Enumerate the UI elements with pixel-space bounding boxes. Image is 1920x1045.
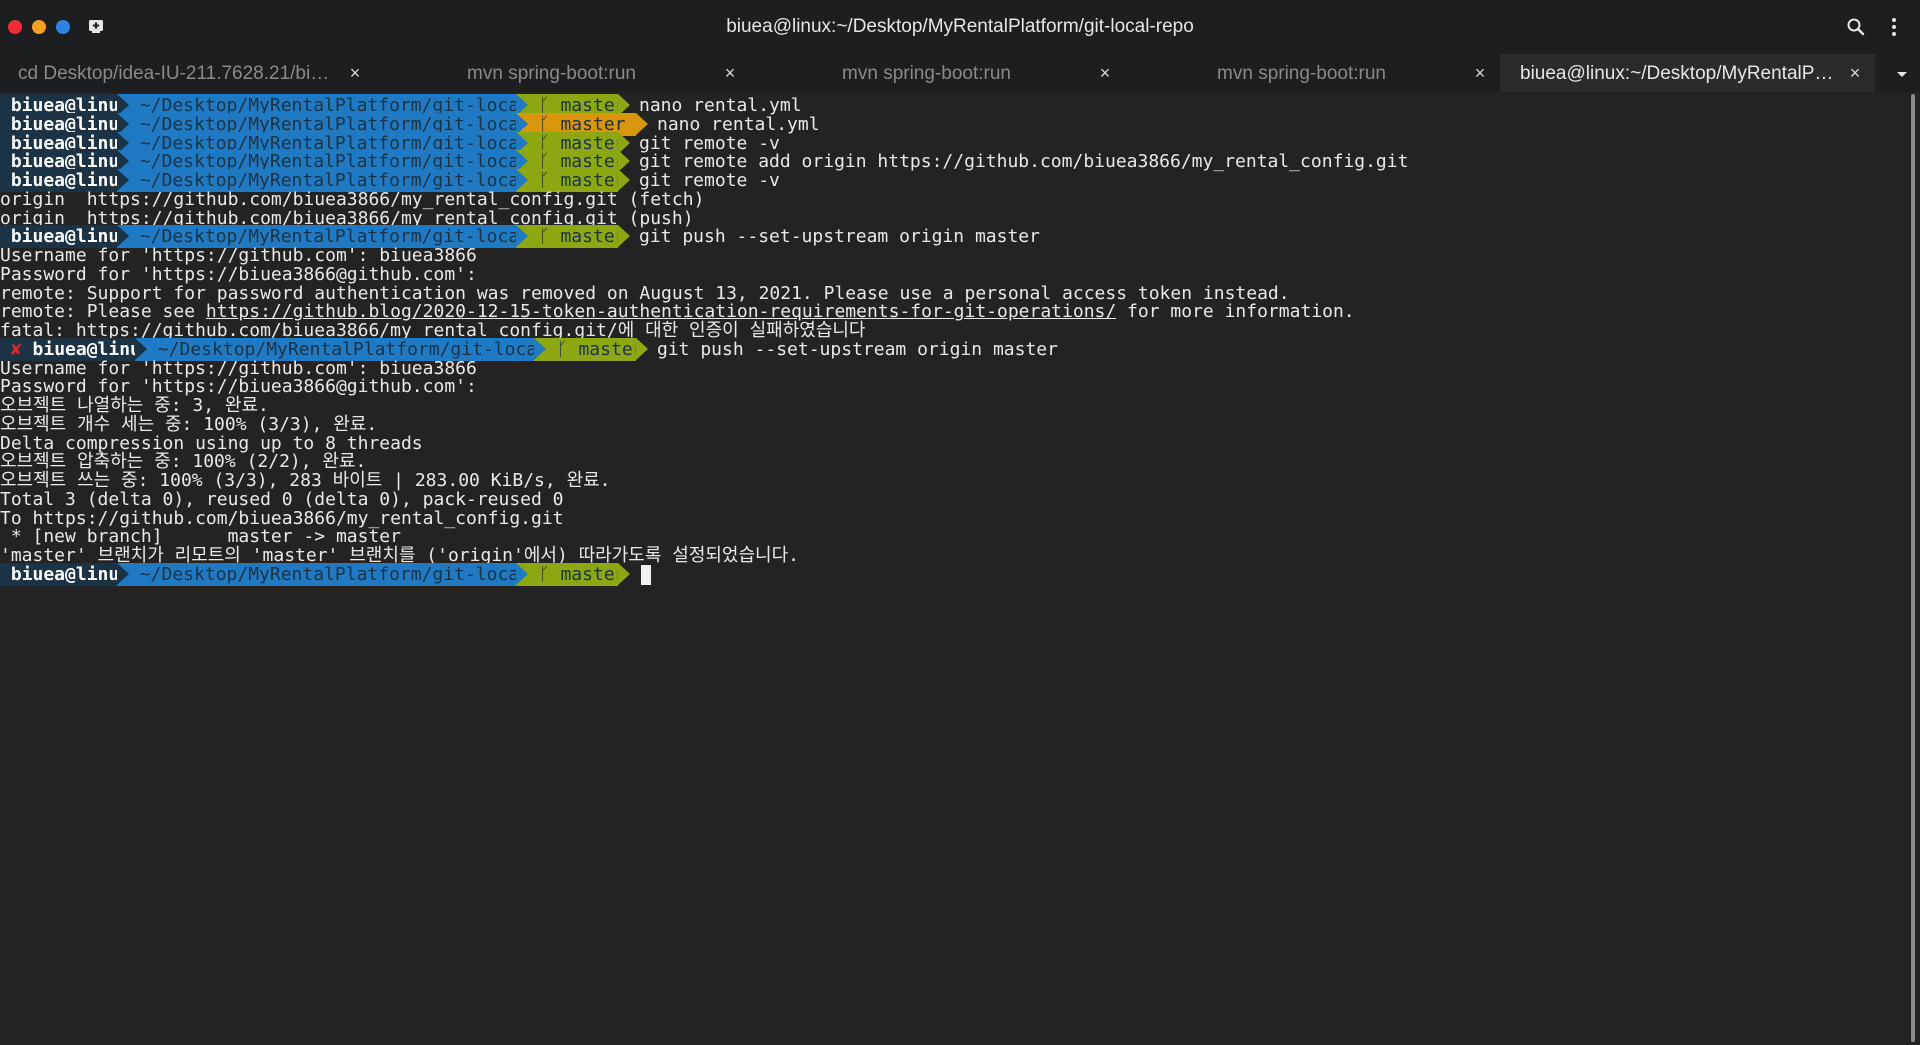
kebab-menu-icon[interactable] (1886, 15, 1902, 39)
tab-bar: cd Desktop/idea-IU-211.7628.21/bin··· × … (0, 54, 1920, 92)
prompt-separator (516, 225, 528, 248)
close-window-button[interactable] (8, 20, 22, 34)
tab-label: biuea@linux:~/Desktop/MyRentalPl··· (1520, 63, 1835, 84)
terminal-cursor (641, 564, 651, 585)
prompt-separator (618, 225, 630, 248)
prompt-git-branch-segment: ᚴ master (528, 562, 637, 586)
tab-close-button[interactable]: × (1470, 63, 1490, 83)
tab-4[interactable]: mvn spring-boot:run × (1125, 54, 1500, 92)
output-text: for more information. (1116, 301, 1355, 323)
tab-close-button[interactable]: × (345, 63, 365, 83)
tab-2[interactable]: mvn spring-boot:run × (375, 54, 750, 92)
minimize-window-button[interactable] (32, 20, 46, 34)
prompt-separator (636, 337, 648, 360)
tab-label: mvn spring-boot:run (467, 63, 636, 84)
terminal-output[interactable]: biuea@linux ~/Desktop/MyRentalPlatform/g… (0, 92, 1906, 1045)
tab-close-button[interactable]: × (1845, 63, 1865, 83)
tab-label: mvn spring-boot:run (842, 63, 1011, 84)
tab-label: mvn spring-boot:run (1217, 63, 1386, 84)
new-tab-icon[interactable] (86, 16, 106, 36)
prompt-separator (117, 562, 129, 585)
scrollbar-thumb[interactable] (1911, 94, 1915, 1042)
command-text: git push --set-upstream origin master (639, 226, 1040, 248)
tab-3[interactable]: mvn spring-boot:run × (750, 54, 1125, 92)
prompt-separator (534, 337, 546, 360)
search-icon[interactable] (1846, 17, 1866, 37)
maximize-window-button[interactable] (56, 20, 70, 34)
scrollbar[interactable] (1906, 92, 1920, 1045)
prompt-git-branch-segment: ᚴ master (528, 225, 637, 249)
prompt-separator (618, 562, 630, 585)
terminal-window: biuea@linux:~/Desktop/MyRentalPlatform/g… (0, 0, 1920, 1045)
tab-5-active[interactable]: biuea@linux:~/Desktop/MyRentalPl··· × (1500, 54, 1875, 92)
tab-close-button[interactable]: × (1095, 63, 1115, 83)
title-bar: biuea@linux:~/Desktop/MyRentalPlatform/g… (0, 0, 1920, 54)
prompt-git-branch-segment: ᚴ master (546, 337, 655, 361)
window-title: biuea@linux:~/Desktop/MyRentalPlatform/g… (726, 16, 1194, 37)
tab-close-button[interactable]: × (720, 63, 740, 83)
tab-label: cd Desktop/idea-IU-211.7628.21/bin··· (18, 63, 335, 84)
chevron-down-icon[interactable] (1892, 68, 1912, 80)
prompt-user-segment: biuea@linux (0, 562, 141, 586)
prompt-separator (516, 562, 528, 585)
command-text: git push --set-upstream origin master (657, 338, 1058, 360)
prompt-directory-segment: ~/Desktop/MyRentalPlatform/git-local-rep… (129, 562, 595, 586)
tab-1[interactable]: cd Desktop/idea-IU-211.7628.21/bin··· × (0, 54, 375, 92)
